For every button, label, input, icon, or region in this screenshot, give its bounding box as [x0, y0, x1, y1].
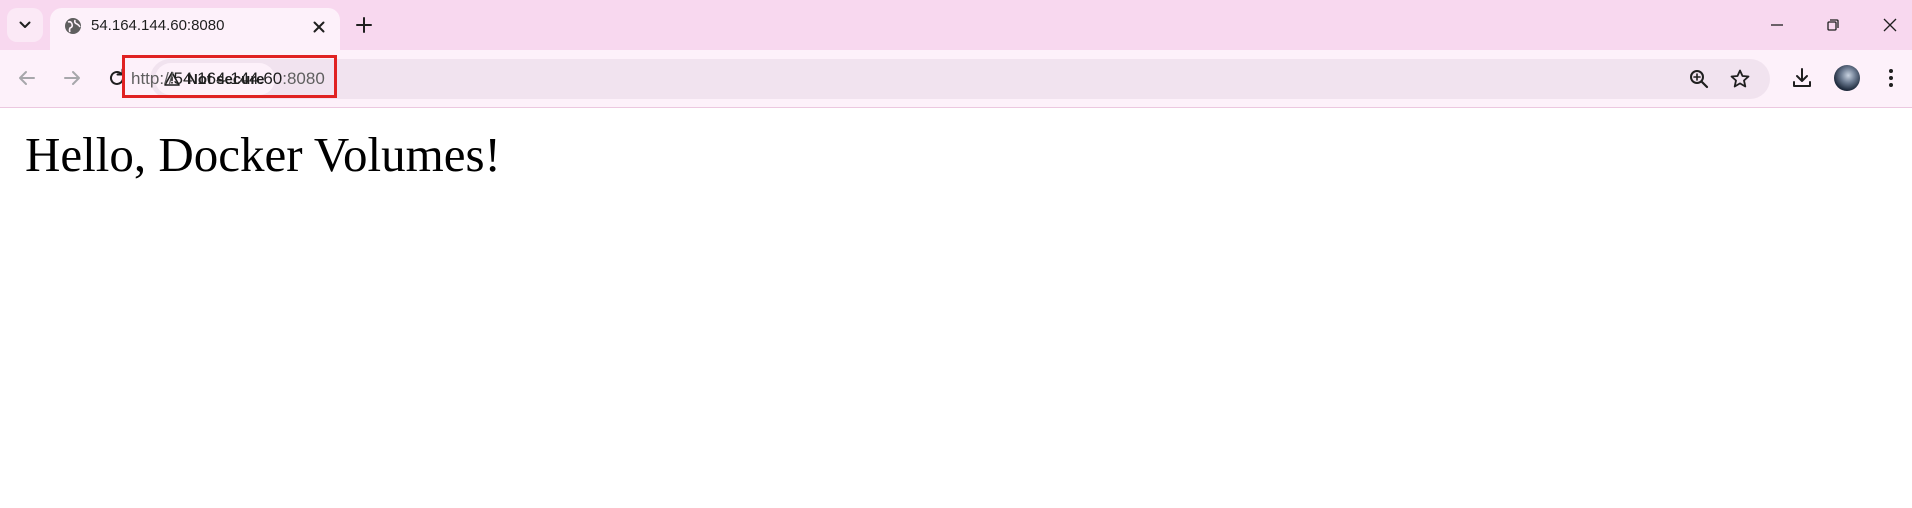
- kebab-menu-icon[interactable]: [1877, 64, 1905, 92]
- plus-icon[interactable]: [352, 13, 376, 37]
- url-host: 54.164.144.60: [173, 69, 283, 88]
- tab-search-button[interactable]: [7, 8, 43, 42]
- close-window-icon[interactable]: [1877, 12, 1903, 38]
- url-text[interactable]: http://54.164.144.60:8080: [131, 69, 325, 89]
- tab-title: 54.164.144.60:8080: [91, 17, 225, 34]
- close-icon[interactable]: [308, 16, 330, 38]
- restore-icon[interactable]: [1820, 12, 1846, 38]
- globe-icon: [65, 18, 81, 34]
- profile-avatar[interactable]: [1834, 65, 1860, 91]
- arrow-left-icon[interactable]: [13, 64, 41, 92]
- browser-toolbar: Not secure http://54.164.144.60:8080: [0, 50, 1912, 108]
- page-heading: Hello, Docker Volumes!: [25, 127, 501, 182]
- url-port: :8080: [282, 69, 325, 88]
- tab-strip: 54.164.144.60:8080: [0, 0, 1912, 50]
- star-icon[interactable]: [1728, 67, 1752, 91]
- zoom-in-icon[interactable]: [1687, 67, 1711, 91]
- chevron-down-icon: [19, 21, 31, 28]
- browser-tab[interactable]: 54.164.144.60:8080: [50, 8, 340, 50]
- url-scheme: http://: [131, 69, 174, 88]
- arrow-right-icon[interactable]: [58, 64, 86, 92]
- download-icon[interactable]: [1788, 64, 1816, 92]
- minimize-icon[interactable]: [1764, 12, 1790, 38]
- address-bar[interactable]: Not secure: [150, 59, 1770, 99]
